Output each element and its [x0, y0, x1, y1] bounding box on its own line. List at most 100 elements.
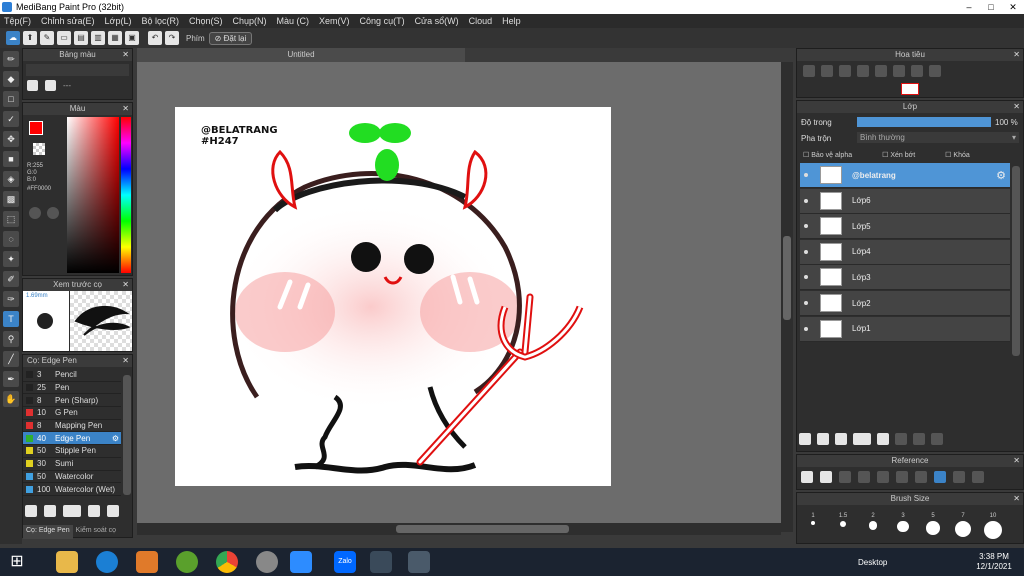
clipping-checkbox[interactable]: ☐ Xén bớt	[882, 151, 915, 159]
primary-color-swatch[interactable]	[29, 121, 43, 135]
merge-layer-icon[interactable]	[913, 433, 925, 445]
brush-item[interactable]: 50 Watercolor	[23, 471, 121, 484]
new-brush-icon[interactable]	[44, 505, 56, 517]
panel-close-icon[interactable]: ✕	[122, 279, 129, 291]
rotate-left-icon[interactable]	[875, 65, 887, 77]
brush-item[interactable]: 40 Edge Pen ⚙	[23, 432, 121, 446]
select-pen-tool-icon[interactable]: ✐	[3, 271, 19, 287]
layer-row[interactable]: Lớp3	[800, 265, 1010, 291]
ref-zoom-out-icon[interactable]	[896, 471, 908, 483]
palette-dropdown[interactable]	[26, 64, 129, 76]
visibility-icon[interactable]	[804, 326, 808, 331]
page-icon[interactable]: ▥	[91, 31, 105, 45]
layer-menu-icon[interactable]	[853, 433, 871, 445]
opacity-slider[interactable]	[857, 117, 991, 127]
lasso-tool-icon[interactable]: ◌	[3, 231, 19, 247]
select-tool-icon[interactable]: ⬚	[3, 211, 19, 227]
app-icon-2[interactable]	[176, 551, 198, 573]
save-icon[interactable]: ⬆	[23, 31, 37, 45]
visibility-icon[interactable]	[804, 224, 808, 229]
layer-row[interactable]: Lớp5	[800, 214, 1010, 240]
close-button[interactable]: ✕	[1002, 0, 1024, 14]
ref-zoom-in-icon[interactable]	[858, 471, 870, 483]
brush-size-option[interactable]: 5	[921, 513, 945, 539]
upload-ref-icon[interactable]	[801, 471, 813, 483]
cloud-brush-icon[interactable]	[25, 505, 37, 517]
brush-menu-icon[interactable]	[63, 505, 81, 517]
redo-icon[interactable]: ↷	[165, 31, 179, 45]
open-ref-icon[interactable]	[820, 471, 832, 483]
brush-list-scrollbar[interactable]	[123, 375, 131, 495]
move-tool-icon[interactable]: ✥	[3, 131, 19, 147]
brush-size-option[interactable]: 1	[801, 513, 825, 539]
eyedropper-icon[interactable]	[915, 471, 927, 483]
flip-icon[interactable]	[929, 65, 941, 77]
delete-layer-icon[interactable]	[931, 433, 943, 445]
paint-icon[interactable]	[256, 551, 278, 573]
menu-file[interactable]: Tệp(F)	[4, 16, 31, 26]
layer-settings-icon[interactable]: ⚙	[996, 169, 1006, 182]
new-halftone-layer-icon[interactable]	[817, 433, 829, 445]
layer-row[interactable]: Lớp2	[800, 291, 1010, 316]
blend-mode-select[interactable]: Bình thường ▾	[857, 132, 1019, 143]
divide-tool-icon[interactable]: ╱	[3, 351, 19, 367]
brush-size-option[interactable]: 1.5	[831, 513, 855, 539]
zoom-out-icon[interactable]	[857, 65, 869, 77]
eraser-tool-icon[interactable]: ◆	[3, 71, 19, 87]
layer-folder-icon[interactable]	[877, 433, 889, 445]
chrome-window-icon[interactable]	[370, 551, 392, 573]
new-8bit-layer-icon[interactable]	[835, 433, 847, 445]
zoom-in-2-icon[interactable]	[821, 65, 833, 77]
ref-reset-icon[interactable]	[972, 471, 984, 483]
visibility-icon[interactable]	[804, 275, 808, 280]
panel-close-icon[interactable]: ✕	[1013, 455, 1020, 467]
zoom-app-icon[interactable]	[290, 551, 312, 573]
color-picker-icon[interactable]	[47, 207, 59, 219]
panel-close-icon[interactable]: ✕	[122, 103, 129, 115]
new-palette-icon[interactable]	[27, 80, 38, 91]
chat-icon[interactable]: ▭	[57, 31, 71, 45]
rectangle-tool-icon[interactable]: □	[3, 91, 19, 107]
menu-layer[interactable]: Lớp(L)	[105, 16, 132, 26]
visibility-icon[interactable]	[804, 198, 808, 203]
brush-settings-icon[interactable]: ⚙	[112, 434, 119, 443]
eyedropper-tool-icon[interactable]: ✒	[3, 371, 19, 387]
reset-view-icon[interactable]	[893, 65, 905, 77]
tab-brush-control[interactable]: Kiểm soát cọ	[73, 525, 119, 539]
minimize-button[interactable]: –	[958, 0, 980, 14]
file-explorer-icon[interactable]	[56, 551, 78, 573]
fill-rect-tool-icon[interactable]: ■	[3, 151, 19, 167]
menu-cloud[interactable]: Cloud	[469, 16, 493, 26]
brush-item[interactable]: 8 Pen (Sharp)	[23, 394, 121, 408]
menu-help[interactable]: Help	[502, 16, 521, 26]
ref-rotate-icon[interactable]	[953, 471, 965, 483]
menu-tools[interactable]: Công cụ(T)	[360, 16, 405, 26]
copy-brush-icon[interactable]	[88, 505, 100, 517]
ref-fit-icon[interactable]	[877, 471, 889, 483]
menu-edit[interactable]: Chỉnh sửa(E)	[41, 16, 95, 26]
brush-item[interactable]: 10 G Pen	[23, 407, 121, 420]
hand-icon[interactable]	[934, 471, 946, 483]
brush-item[interactable]: 50 Stipple Pen	[23, 445, 121, 458]
document-tab[interactable]: Untitled	[137, 48, 465, 62]
visibility-icon[interactable]	[804, 301, 808, 305]
magic-wand-tool-icon[interactable]: ✦	[3, 251, 19, 267]
brush-item[interactable]: 3 Pencil	[23, 369, 121, 382]
dot-tool-icon[interactable]: ✓	[3, 111, 19, 127]
gradient-tool-icon[interactable]: ▩	[3, 191, 19, 207]
zalo-icon[interactable]: Zalo	[334, 551, 356, 573]
fit-icon[interactable]	[839, 65, 851, 77]
brush-item[interactable]: 8 Mapping Pen	[23, 420, 121, 433]
windows-start-icon[interactable]: ⊞	[6, 551, 28, 573]
select-eraser-tool-icon[interactable]: ✑	[3, 291, 19, 307]
chrome-icon[interactable]	[216, 551, 238, 573]
zoom-in-icon[interactable]	[803, 65, 815, 77]
maximize-button[interactable]: □	[980, 0, 1002, 14]
brush-item[interactable]: 100 Watercolor (Wet)	[23, 483, 121, 496]
horizontal-scroll-thumb[interactable]	[396, 525, 569, 533]
panel-close-icon[interactable]: ✕	[1013, 101, 1020, 113]
protect-alpha-checkbox[interactable]: ☐ Bảo vệ alpha	[803, 151, 852, 159]
lock-checkbox[interactable]: ☐ Khóa	[945, 151, 970, 159]
brush-item[interactable]: 25 Pen	[23, 382, 121, 395]
brush-size-option[interactable]: 3	[891, 513, 915, 539]
